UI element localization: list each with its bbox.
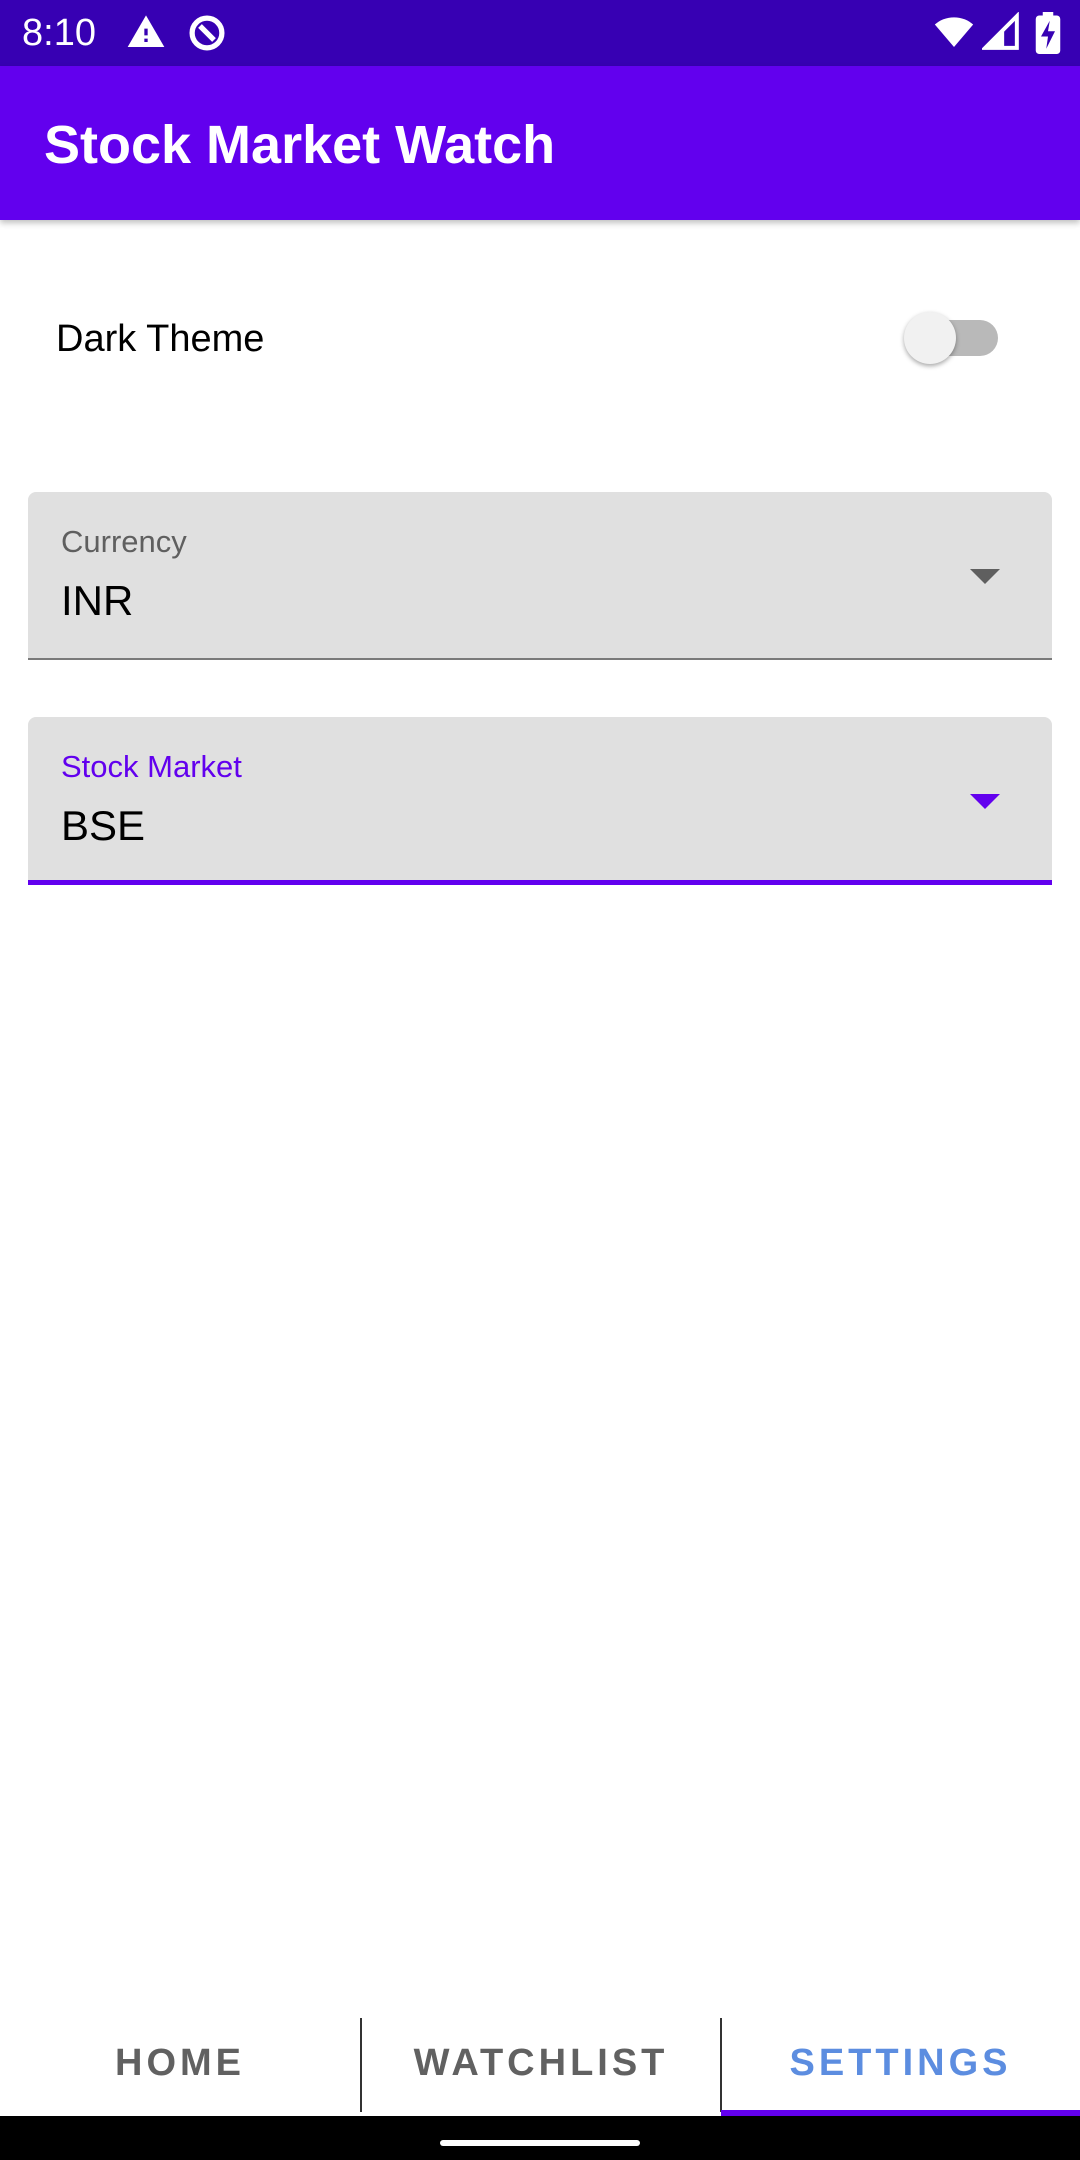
cell-signal-icon <box>980 11 1020 57</box>
stock-market-label: Stock Market <box>61 749 242 784</box>
toggle-thumb <box>904 312 956 364</box>
stock-market-value: BSE <box>61 802 146 849</box>
status-time: 8:10 <box>22 12 96 54</box>
dark-theme-toggle[interactable] <box>904 306 998 370</box>
dropdown-arrow-icon[interactable] <box>970 794 1000 809</box>
home-gesture-handle[interactable] <box>440 2140 640 2146</box>
currency-dropdown[interactable]: Currency INR <box>28 492 1052 660</box>
status-bar: 8:10 <box>0 0 1080 66</box>
system-navigation-bar <box>0 2116 1080 2160</box>
data-saver-icon <box>186 12 228 59</box>
app-bar: Stock Market Watch <box>0 66 1080 220</box>
tab-home[interactable]: HOME <box>0 2010 360 2116</box>
wifi-icon <box>932 12 976 57</box>
tab-watchlist[interactable]: WATCHLIST <box>361 2010 721 2116</box>
dark-theme-row[interactable]: Dark Theme <box>0 290 1080 390</box>
bottom-tab-bar: HOME WATCHLIST SETTINGS <box>0 2010 1080 2116</box>
battery-charging-icon <box>1034 12 1062 59</box>
dark-theme-label: Dark Theme <box>56 318 265 360</box>
currency-label: Currency <box>61 524 187 559</box>
stock-market-dropdown[interactable]: Stock Market BSE <box>28 717 1052 885</box>
tab-settings[interactable]: SETTINGS <box>721 2010 1080 2116</box>
currency-value: INR <box>61 577 134 624</box>
dropdown-arrow-icon[interactable] <box>970 569 1000 584</box>
warning-icon <box>126 12 166 57</box>
page-title: Stock Market Watch <box>44 115 556 175</box>
